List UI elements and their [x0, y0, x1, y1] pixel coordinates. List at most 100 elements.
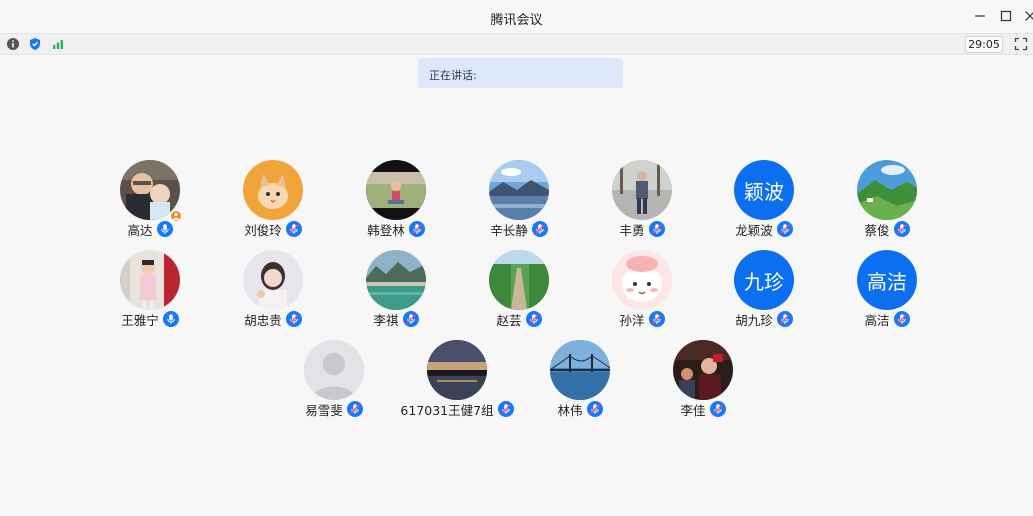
participant-name: 赵芸 [496, 312, 522, 328]
mic-muted-icon[interactable] [497, 401, 514, 417]
participant-tile[interactable]: 辛长静 [457, 160, 581, 244]
participant-name: 刘俊玲 [244, 222, 282, 238]
participant-name-row: 刘俊玲 [211, 220, 335, 238]
avatar-photo [673, 340, 733, 400]
participant-tile[interactable]: 胡忠贵 [211, 250, 335, 334]
mic-muted-icon[interactable] [648, 221, 665, 237]
mic-muted-icon[interactable] [776, 221, 793, 237]
default-avatar-icon [304, 340, 364, 400]
avatar-photo [243, 250, 303, 310]
avatar[interactable] [366, 250, 426, 310]
avatar-photo [857, 160, 917, 220]
mic-muted-icon[interactable] [408, 221, 425, 237]
mic-muted-icon[interactable] [285, 221, 302, 237]
participant-tile[interactable]: 孙洋 [580, 250, 704, 334]
avatar[interactable]: 九珍 [734, 250, 794, 310]
participant-tile[interactable]: 617031王健7组 [395, 340, 519, 424]
avatar-photo [489, 250, 549, 310]
participant-tile[interactable]: 刘俊玲 [211, 160, 335, 244]
mic-muted-icon[interactable] [893, 221, 910, 237]
avatar-photo [612, 160, 672, 220]
participant-tile[interactable]: 高达 [88, 160, 212, 244]
participant-name: 蔡俊 [864, 222, 890, 238]
participant-tile[interactable]: 九珍胡九珍 [702, 250, 826, 334]
participant-tile[interactable]: 韩登林 [334, 160, 458, 244]
avatar[interactable] [612, 160, 672, 220]
mic-muted-icon[interactable] [586, 401, 603, 417]
mic-muted-icon[interactable] [525, 311, 542, 327]
avatar[interactable] [673, 340, 733, 400]
participant-name-row: 高洁 [825, 310, 949, 328]
mic-muted-icon[interactable] [776, 311, 793, 327]
avatar[interactable]: 高洁 [857, 250, 917, 310]
signal-icon[interactable] [50, 36, 66, 52]
mic-on-icon[interactable] [162, 311, 179, 327]
mic-muted-icon[interactable] [285, 311, 302, 327]
participant-tile[interactable]: 易雪斐 [272, 340, 396, 424]
participant-name-row: 蔡俊 [825, 220, 949, 238]
participant-name-row: 617031王健7组 [395, 400, 519, 418]
mic-muted-icon[interactable] [648, 311, 665, 327]
participant-name-row: 易雪斐 [272, 400, 396, 418]
minimize-icon[interactable] [972, 8, 988, 24]
avatar[interactable] [243, 160, 303, 220]
participant-name: 胡九珍 [735, 312, 773, 328]
avatar[interactable] [366, 160, 426, 220]
participant-name-row: 胡九珍 [702, 310, 826, 328]
mic-muted-icon[interactable] [531, 221, 548, 237]
avatar[interactable] [550, 340, 610, 400]
participant-name: 辛长静 [490, 222, 528, 238]
participant-tile[interactable]: 丰勇 [580, 160, 704, 244]
participant-tile[interactable]: 高洁 高洁 [825, 250, 949, 334]
participant-name-row: 高达 [88, 220, 212, 238]
avatar[interactable] [489, 250, 549, 310]
fullscreen-icon[interactable] [1013, 36, 1029, 52]
avatar[interactable] [120, 250, 180, 310]
participant-name-row: 李佳 [641, 400, 765, 418]
mic-muted-icon[interactable] [346, 401, 363, 417]
participant-tile[interactable]: 李祺 [334, 250, 458, 334]
participant-name: 李祺 [373, 312, 399, 328]
mic-muted-icon[interactable] [709, 401, 726, 417]
avatar-photo [427, 340, 487, 400]
avatar[interactable] [304, 340, 364, 400]
mic-on-icon[interactable] [156, 221, 173, 237]
avatar[interactable] [612, 250, 672, 310]
title-bar: 腾讯会议 [0, 0, 1033, 33]
participant-name: 王雅宁 [121, 312, 159, 328]
avatar[interactable] [489, 160, 549, 220]
participant-tile[interactable]: 王雅宁 [88, 250, 212, 334]
avatar-photo [120, 250, 180, 310]
avatar-initials: 九珍 [744, 269, 784, 294]
info-icon[interactable] [5, 36, 21, 52]
avatar-photo [366, 250, 426, 310]
avatar[interactable] [857, 160, 917, 220]
participant-name: 林伟 [557, 402, 583, 418]
speaking-banner: 正在讲话: [418, 58, 623, 88]
mic-muted-icon[interactable] [893, 311, 910, 327]
avatar[interactable] [427, 340, 487, 400]
close-icon[interactable] [1022, 8, 1033, 24]
mic-muted-icon[interactable] [402, 311, 419, 327]
avatar[interactable] [243, 250, 303, 310]
avatar-initials: 高洁 [867, 269, 907, 294]
avatar-photo [489, 160, 549, 220]
window-title: 腾讯会议 [490, 13, 543, 28]
participant-name-row: 龙颖波 [702, 220, 826, 238]
participant-tile[interactable]: 蔡俊 [825, 160, 949, 244]
participant-tile[interactable]: 颖波 龙颖波 [702, 160, 826, 244]
shield-icon[interactable] [27, 36, 43, 52]
maximize-icon[interactable] [998, 8, 1014, 24]
participant-name: 高洁 [864, 312, 890, 328]
participant-name: 孙洋 [619, 312, 645, 328]
participant-name: 丰勇 [619, 222, 645, 238]
participant-tile[interactable]: 李佳 [641, 340, 765, 424]
avatar[interactable]: 颖波 [734, 160, 794, 220]
speaking-label: 正在讲话: [429, 69, 477, 82]
participant-tile[interactable]: 林伟 [518, 340, 642, 424]
meeting-timer: 29:05 [965, 36, 1003, 53]
avatar-photo [243, 160, 303, 220]
participant-name-row: 辛长静 [457, 220, 581, 238]
participant-name: 韩登林 [367, 222, 405, 238]
participant-tile[interactable]: 赵芸 [457, 250, 581, 334]
